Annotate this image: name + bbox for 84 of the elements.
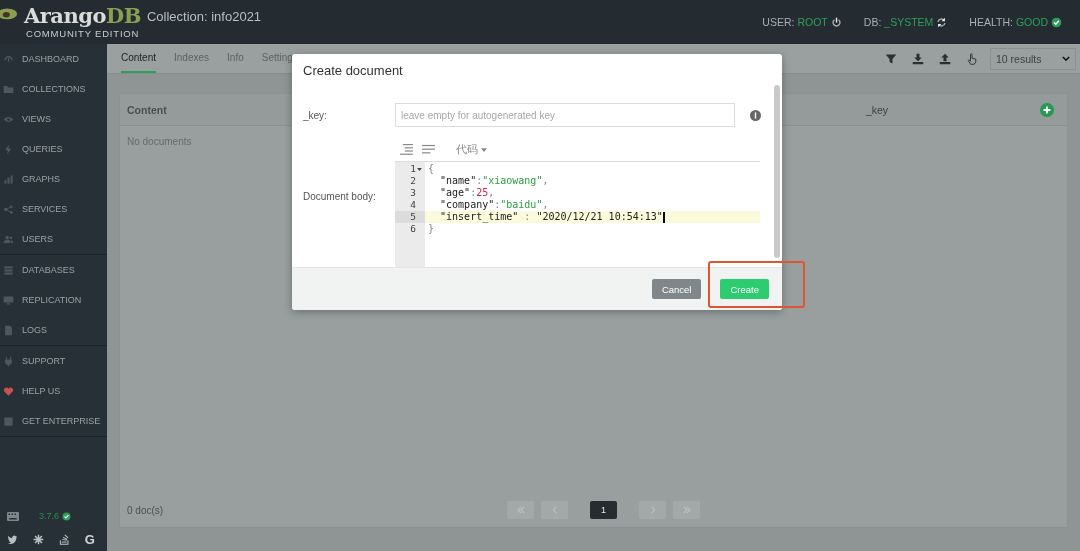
check-circle-icon [1051, 16, 1062, 28]
fold-caret-icon[interactable] [417, 167, 422, 171]
download-icon[interactable] [912, 52, 924, 65]
keyboard-icon[interactable] [7, 511, 19, 521]
key-field[interactable]: leave empty for autogenerated key [395, 103, 735, 127]
line-number: 2 [410, 175, 416, 187]
sidebar-item[interactable]: DASHBOARD [0, 44, 107, 74]
page-button[interactable]: 1 [590, 501, 617, 519]
line-number: 6 [410, 223, 416, 235]
code-line: { [428, 163, 435, 175]
sidebar-item[interactable]: REPLICATION [0, 285, 107, 315]
code-line: "insert_time" : "2020/12/21 10:54:13" [439, 211, 663, 223]
tile-icon [3, 415, 14, 427]
sidebar-item[interactable]: DATABASES [0, 255, 107, 285]
version-label: 3.7.6 [39, 511, 60, 521]
sidebar-item[interactable]: GRAPHS [0, 164, 107, 194]
code-line: "age":25, [439, 187, 495, 199]
code-line: "company":"baidu", [439, 199, 549, 211]
hand-pointer-icon[interactable] [966, 52, 978, 65]
text-cursor [662, 211, 665, 223]
caret-icon [481, 147, 487, 152]
status-value: _SYSTEM [884, 16, 934, 28]
line-number: 5 [410, 211, 416, 223]
double-chevron-right-icon [681, 505, 692, 515]
plug-icon [3, 355, 14, 367]
bird-icon[interactable] [7, 533, 18, 545]
sidebar-item[interactable]: SUPPORT [0, 346, 107, 376]
document-count: 0 doc(s) [127, 504, 165, 516]
asterisk-icon[interactable] [32, 533, 44, 545]
filter-icon[interactable] [885, 52, 897, 65]
sidebar-item[interactable]: LOGS [0, 315, 107, 345]
bar-chart-icon [3, 173, 14, 185]
double-chevron-left-icon [515, 505, 526, 515]
line-number: 1 [410, 163, 416, 175]
google-link[interactable]: G [84, 531, 95, 547]
upload-icon[interactable] [939, 52, 951, 65]
cancel-button[interactable]: Cancel [651, 279, 702, 299]
users-icon [3, 233, 14, 245]
mode-dropdown[interactable]: 代码 [456, 142, 487, 157]
status-label: HEALTH: [969, 16, 1013, 28]
code-line: "name":"xiaowang", [439, 175, 549, 187]
sidebar-item[interactable]: VIEWS [0, 104, 107, 134]
sidebar-item[interactable]: USERS [0, 224, 107, 254]
chevron-down-icon [1062, 56, 1070, 61]
scrollbar[interactable] [774, 85, 780, 258]
plus-circle-icon[interactable] [1040, 102, 1054, 117]
nodes-icon [3, 203, 14, 215]
field-label: _key: [303, 109, 328, 121]
line-number: 4 [410, 199, 416, 211]
edition-label: COMMUNITY EDITION [26, 28, 141, 39]
folder-icon [3, 83, 14, 95]
stack-tray-icon[interactable] [58, 533, 70, 545]
power-icon[interactable] [830, 16, 842, 28]
logo-wordmark: ArangoDB [24, 5, 141, 27]
list-icon [3, 264, 14, 276]
panel-title: Content [127, 103, 167, 116]
status-value: GOOD [1015, 16, 1048, 28]
check-circle-icon [62, 511, 72, 521]
status-label: USER: [762, 16, 795, 28]
dialog-title: Create document [302, 62, 404, 80]
refresh-icon[interactable] [936, 16, 948, 28]
field-label: Document body: [303, 191, 377, 202]
document-icon [3, 324, 14, 336]
align-left-icon[interactable] [422, 144, 435, 155]
code-editor[interactable]: 1 2 3 4 5 6 { "name":"xiaowang", "age":25, "company":"baidu", "insert_time" : "2020/12/21 10:54:13" } [395, 162, 760, 267]
heart-icon [3, 385, 14, 397]
info-icon[interactable] [750, 109, 761, 121]
bolt-icon [3, 143, 14, 155]
sidebar-item[interactable]: QUERIES [0, 134, 107, 164]
line-number: 3 [410, 187, 416, 199]
sidebar-item[interactable]: COLLECTIONS [0, 74, 107, 104]
sidebar-item[interactable]: SERVICES [0, 194, 107, 224]
status-label: DB: [863, 16, 882, 28]
tab[interactable]: Content [121, 44, 157, 73]
results-select[interactable]: 10 results [990, 47, 1076, 70]
code-line: } [428, 223, 435, 235]
status-value: ROOT [797, 16, 828, 28]
monitor-icon [3, 294, 14, 306]
gauge-icon [3, 53, 14, 65]
sidebar-item[interactable]: HELP US [0, 376, 107, 406]
column-header: _key [865, 103, 889, 116]
indent-icon[interactable] [400, 144, 413, 155]
collection-title: Collection: info2021 [146, 8, 262, 24]
sidebar-item[interactable]: GET ENTERPRISE [0, 406, 107, 436]
